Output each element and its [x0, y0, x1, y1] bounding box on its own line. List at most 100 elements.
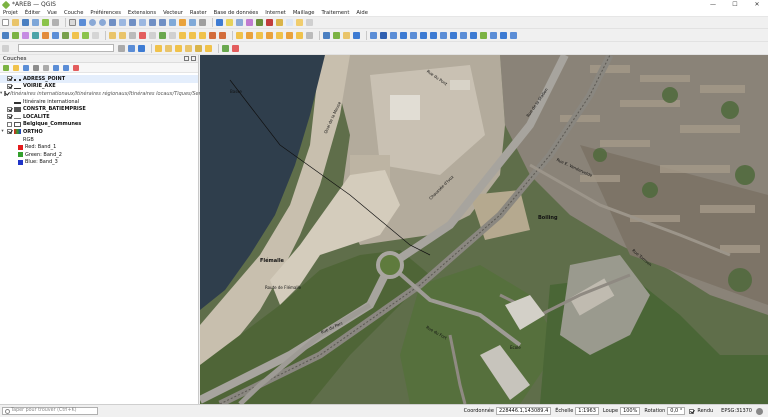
map-tips-icon[interactable]: [286, 19, 293, 26]
label-tool-icon[interactable]: [236, 31, 243, 39]
add-wfs-icon[interactable]: [82, 31, 89, 39]
zoom-full-icon[interactable]: [109, 19, 116, 26]
save-project-icon[interactable]: [22, 19, 29, 26]
move-feature-icon[interactable]: [159, 31, 166, 39]
change-label-icon[interactable]: [286, 31, 293, 39]
filter-legend-icon[interactable]: [33, 64, 39, 71]
temporal-icon[interactable]: [179, 19, 186, 26]
layer-row[interactable]: LOCALITE: [0, 113, 198, 121]
pin-labels-icon[interactable]: [246, 31, 253, 39]
menu-traitement[interactable]: Traitement: [321, 10, 349, 16]
select-location-icon[interactable]: [175, 44, 182, 52]
paste-features-icon[interactable]: [199, 31, 206, 39]
add-wms-icon[interactable]: [72, 31, 79, 39]
layer-row[interactable]: Belgique_Communes: [0, 121, 198, 129]
layer-row[interactable]: ▾ Itinéraires internationaux/Itinéraires…: [0, 90, 213, 98]
crs-button[interactable]: EPSG:31370: [721, 408, 752, 414]
zoom-to-layer-icon[interactable]: [129, 19, 136, 26]
plugin-b-icon[interactable]: [232, 44, 239, 52]
zoom-last-icon[interactable]: [149, 19, 156, 26]
fill-ring-icon[interactable]: [490, 31, 497, 39]
label-options-icon[interactable]: [306, 31, 313, 39]
zoom-next-icon[interactable]: [159, 19, 166, 26]
filter-by-expression-icon[interactable]: [43, 64, 49, 71]
filter-icon[interactable]: [138, 44, 145, 52]
add-mesh-layer-icon[interactable]: [32, 31, 39, 39]
split-features-icon[interactable]: [410, 31, 417, 39]
layer-row[interactable]: ▾ ORTHO: [0, 128, 198, 136]
zoom-to-selection-icon[interactable]: [119, 19, 126, 26]
add-group-icon[interactable]: [13, 64, 19, 71]
reshape-icon[interactable]: [430, 31, 437, 39]
search-icon[interactable]: [128, 44, 135, 52]
snapping-icon[interactable]: [390, 31, 397, 39]
menu-maillage[interactable]: Maillage: [293, 10, 315, 16]
georeferencer-icon[interactable]: [353, 31, 360, 39]
field-calculator-icon[interactable]: [246, 19, 253, 26]
sum-icon[interactable]: [266, 19, 273, 26]
zoom-in-icon[interactable]: [89, 19, 96, 26]
rotate-feature-icon[interactable]: [450, 31, 457, 39]
new-project-icon[interactable]: [2, 19, 9, 26]
annotation-icon[interactable]: [296, 19, 303, 26]
zoom-out-icon[interactable]: [99, 19, 106, 26]
offset-curve-icon[interactable]: [440, 31, 447, 39]
data-source-manager-icon[interactable]: [2, 31, 9, 39]
menu-base-de-donnees[interactable]: Base de données: [214, 10, 259, 16]
plugin-icon[interactable]: [343, 31, 350, 39]
select-features-icon[interactable]: [226, 19, 233, 26]
menu-couche[interactable]: Couche: [64, 10, 83, 16]
new-shapefile-icon[interactable]: [92, 31, 99, 39]
expression-icon[interactable]: [118, 44, 125, 52]
open-layer-styling-icon[interactable]: [3, 64, 9, 71]
layer-visibility-checkbox[interactable]: [7, 121, 12, 127]
close-button[interactable]: ✕: [746, 0, 768, 9]
simplify-icon[interactable]: [460, 31, 467, 39]
layer-row[interactable]: CONSTR_BATIEMPRISE: [0, 105, 198, 113]
layer-row[interactable]: VOIRIE_AXE: [0, 83, 198, 91]
vertex-tool-icon[interactable]: [149, 31, 156, 39]
add-feature-icon[interactable]: [139, 31, 146, 39]
processing-toolbox-icon[interactable]: [333, 31, 340, 39]
coordinate-field[interactable]: 228446.1,143089.4: [495, 407, 552, 415]
layer-visibility-checkbox[interactable]: [4, 91, 7, 97]
new-layout-icon[interactable]: [42, 19, 49, 26]
collapse-all-icon[interactable]: [63, 64, 69, 71]
advanced-digitizing-icon[interactable]: [380, 31, 387, 39]
refresh-icon[interactable]: [199, 19, 206, 26]
open-project-icon[interactable]: [12, 19, 19, 26]
menu-vecteur[interactable]: Vecteur: [163, 10, 183, 16]
layer-visibility-checkbox[interactable]: [7, 83, 12, 89]
manage-map-themes-icon[interactable]: [23, 64, 29, 71]
delete-ring-icon[interactable]: [500, 31, 507, 39]
minimize-button[interactable]: —: [702, 0, 724, 9]
show-hide-labels-icon[interactable]: [256, 31, 263, 39]
add-postgis-icon[interactable]: [52, 31, 59, 39]
rotation-field[interactable]: 0,0 °: [667, 407, 686, 415]
toggle-editing-icon[interactable]: [109, 31, 116, 39]
diagram-icon[interactable]: [296, 31, 303, 39]
statistics-icon[interactable]: [256, 19, 263, 26]
save-as-icon[interactable]: [32, 19, 39, 26]
menu-aide[interactable]: Aide: [356, 10, 367, 16]
save-edits-icon[interactable]: [119, 31, 126, 39]
merge-features-icon[interactable]: [420, 31, 427, 39]
close-panel-button[interactable]: [191, 56, 196, 61]
invert-selection-icon[interactable]: [195, 44, 202, 52]
float-panel-button[interactable]: [184, 56, 189, 61]
cut-features-icon[interactable]: [179, 31, 186, 39]
layer-visibility-checkbox[interactable]: [7, 106, 12, 112]
layer-visibility-checkbox[interactable]: [7, 76, 12, 82]
copy-features-icon[interactable]: [189, 31, 196, 39]
map-canvas[interactable]: Flémalle Basse Boiling Rue du Pont Rue d…: [200, 55, 768, 404]
zoom-native-icon[interactable]: [139, 19, 146, 26]
python-console-icon[interactable]: [323, 31, 330, 39]
digitize-icon[interactable]: [129, 31, 136, 39]
pan-to-selection-icon[interactable]: [79, 19, 86, 26]
delete-part-icon[interactable]: [510, 31, 517, 39]
new-map-view-icon[interactable]: [169, 19, 176, 26]
add-ring-icon[interactable]: [470, 31, 477, 39]
select-expression-icon[interactable]: [165, 44, 172, 52]
bookmark-icon[interactable]: [189, 19, 196, 26]
select-all-icon[interactable]: [205, 44, 212, 52]
